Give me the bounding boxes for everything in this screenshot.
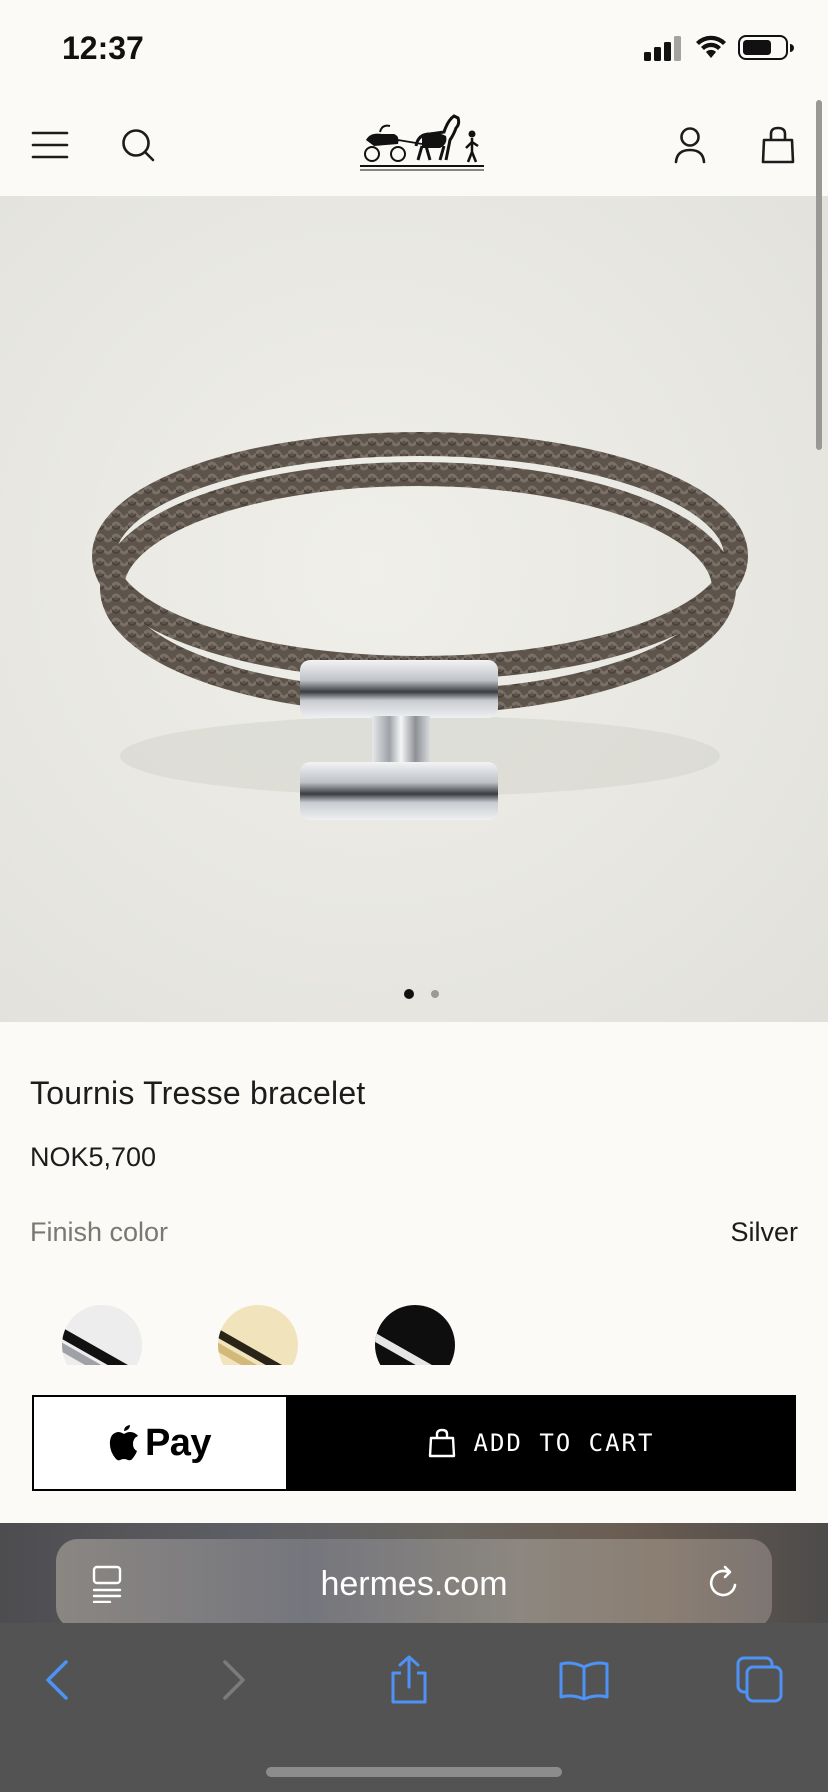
swatch-gold[interactable] <box>218 1305 298 1365</box>
apple-pay-label: Pay <box>144 1421 212 1464</box>
carousel-dot[interactable] <box>431 990 439 998</box>
wifi-icon <box>696 35 726 58</box>
reload-icon[interactable] <box>706 1565 746 1605</box>
product-price: NOK5,700 <box>30 1142 157 1172</box>
status-bar: 12:37 <box>0 0 828 98</box>
home-indicator[interactable] <box>266 1767 562 1777</box>
swatch-black[interactable] <box>375 1305 455 1365</box>
product-title: Tournis Tresse bracelet <box>30 1075 366 1111</box>
carousel-dot-active[interactable] <box>404 989 414 999</box>
carousel-indicator[interactable] <box>404 989 454 1003</box>
tabs-icon[interactable] <box>733 1653 787 1707</box>
browser-toolbar: hermes.com <box>0 1523 828 1792</box>
site-header <box>0 98 828 196</box>
cellular-signal-icon <box>644 36 681 61</box>
add-to-cart-label: ADD TO CART <box>473 1429 655 1457</box>
status-time: 12:37 <box>62 30 144 66</box>
menu-icon[interactable] <box>25 120 75 170</box>
url-text: hermes.com <box>320 1565 508 1603</box>
finish-color-value: Silver <box>730 1217 798 1247</box>
shopping-bag-icon[interactable] <box>753 120 803 170</box>
bookmarks-icon[interactable] <box>557 1653 611 1707</box>
apple-pay-button[interactable]: Pay <box>34 1397 288 1489</box>
apple-logo-icon <box>109 1425 138 1461</box>
search-icon[interactable] <box>113 120 163 170</box>
page-scrollbar[interactable] <box>816 100 822 450</box>
braided-leather-bracelet-image <box>92 432 748 820</box>
forward-icon[interactable] <box>207 1653 261 1707</box>
bag-icon <box>428 1428 455 1458</box>
finish-swatches <box>0 1300 828 1365</box>
add-to-cart-button[interactable]: ADD TO CART <box>288 1397 794 1489</box>
status-icons <box>644 34 794 64</box>
battery-icon <box>738 35 794 60</box>
hermes-logo[interactable] <box>360 110 484 172</box>
back-icon[interactable] <box>30 1653 84 1707</box>
finish-color-label: Finish color <box>30 1217 169 1247</box>
share-icon[interactable] <box>382 1653 436 1707</box>
purchase-actions: Pay ADD TO CART <box>32 1395 796 1491</box>
address-bar[interactable]: hermes.com <box>56 1539 772 1629</box>
account-icon[interactable] <box>665 120 715 170</box>
swatch-silver[interactable] <box>62 1305 142 1365</box>
product-image[interactable] <box>0 196 828 1022</box>
